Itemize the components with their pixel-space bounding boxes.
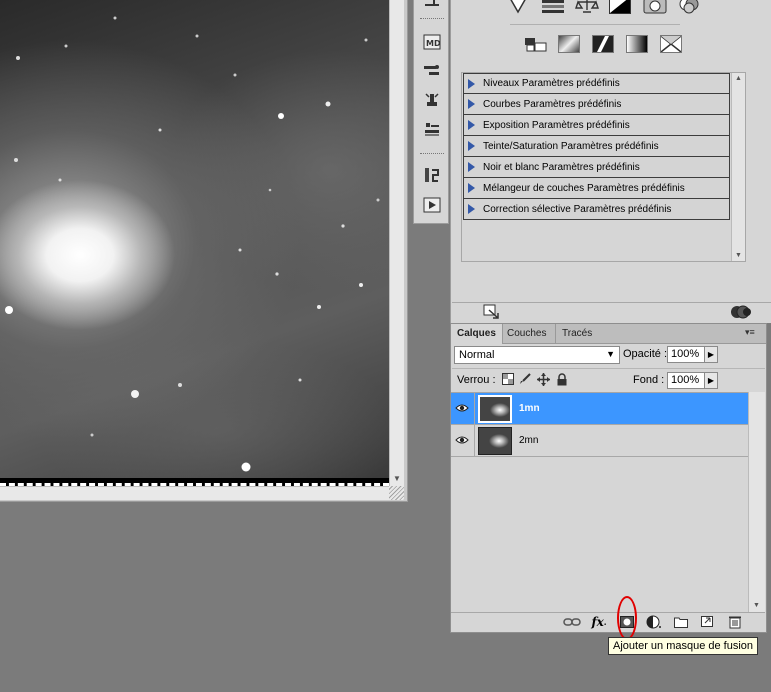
opacity-slider-arrow-icon[interactable]: ▶ — [704, 346, 718, 363]
gradient-map-icon[interactable] — [626, 35, 648, 53]
scroll-down-icon[interactable]: ▼ — [753, 602, 760, 609]
opacity-input[interactable]: 100% — [667, 346, 705, 363]
document-vertical-scrollbar[interactable]: ▼ — [389, 0, 404, 486]
panel-icon-dock: MD — [413, 0, 449, 224]
tab-calques[interactable]: Calques — [451, 324, 503, 344]
stamp-icon[interactable] — [422, 121, 442, 139]
layer-thumbnail[interactable] — [478, 427, 512, 455]
opacity-label: Opacité : — [623, 348, 668, 360]
layer-name[interactable]: 1mn — [519, 403, 540, 414]
fill-input[interactable]: 100% — [667, 372, 705, 389]
layers-tab-bar: Calques Couches Tracés — [451, 324, 766, 344]
channel-mixer-icon[interactable] — [677, 0, 699, 14]
threshold-icon[interactable] — [592, 35, 614, 53]
color-balance-icon[interactable] — [575, 0, 599, 14]
document-window: ▼ — [0, 0, 408, 502]
link-layers-icon[interactable] — [563, 614, 581, 630]
actions-play-icon[interactable] — [422, 196, 442, 214]
posterize-icon[interactable] — [558, 35, 580, 53]
lock-pixels-brush-icon[interactable] — [519, 373, 531, 388]
scroll-down-icon[interactable]: ▼ — [735, 252, 742, 259]
scroll-down-icon[interactable]: ▼ — [393, 474, 401, 483]
document-horizontal-scrollbar[interactable] — [0, 486, 404, 500]
svg-text:MD: MD — [426, 39, 441, 48]
metadata-md-icon[interactable]: MD — [422, 33, 442, 51]
eye-icon[interactable] — [454, 401, 470, 415]
lock-label: Verrou : — [457, 374, 496, 386]
eye-icon[interactable] — [454, 433, 470, 447]
layer-name[interactable]: 2mn — [519, 435, 538, 446]
selective-color-icon[interactable] — [660, 35, 682, 53]
lock-position-move-icon[interactable] — [537, 373, 550, 389]
adjustment-layer-icon[interactable] — [645, 614, 663, 630]
lock-all-icon[interactable] — [556, 373, 568, 389]
expand-triangle-icon[interactable] — [468, 120, 475, 130]
tab-traces[interactable]: Tracés — [555, 324, 598, 344]
photo-filter-icon[interactable] — [643, 0, 667, 14]
canvas-bottom-edge — [0, 478, 389, 486]
preset-item-levels[interactable]: Niveaux Paramètres prédéfinis — [463, 73, 730, 94]
preset-item-selective-color[interactable]: Correction sélective Paramètres prédéfin… — [463, 199, 730, 220]
history-icon[interactable] — [422, 166, 442, 184]
layers-scrollbar[interactable]: ▼ — [748, 392, 765, 612]
new-layer-icon[interactable] — [699, 614, 717, 630]
black-white-icon[interactable] — [609, 0, 631, 14]
preset-item-channel-mixer[interactable]: Mélangeur de couches Paramètres prédéfin… — [463, 178, 730, 199]
expand-triangle-icon[interactable] — [468, 204, 475, 214]
expand-triangle-icon[interactable] — [468, 183, 475, 193]
tools-preset-icon[interactable] — [422, 0, 442, 12]
dock-separator — [420, 153, 444, 154]
visibility-toggle-icon[interactable] — [730, 304, 752, 323]
adjustments-separator — [510, 24, 680, 25]
group-folder-icon[interactable] — [672, 614, 690, 630]
invert-icon[interactable] — [524, 35, 547, 53]
expand-triangle-icon[interactable] — [468, 99, 475, 109]
options-separator — [452, 368, 765, 369]
layer-visibility-divider — [474, 425, 475, 457]
tooltip: Ajouter un masque de fusion — [608, 637, 759, 655]
layer-thumbnail[interactable] — [478, 395, 512, 423]
clip-to-layer-icon[interactable] — [483, 304, 501, 323]
adjustment-presets-list: Niveaux Paramètres prédéfinis Courbes Pa… — [463, 73, 730, 220]
image-canvas[interactable] — [0, 0, 389, 478]
expand-triangle-icon[interactable] — [468, 141, 475, 151]
layer-visibility-divider — [474, 393, 475, 425]
lock-transparency-icon[interactable] — [502, 373, 514, 388]
trash-icon[interactable] — [726, 614, 744, 630]
presets-scrollbar[interactable]: ▲ ▼ — [731, 73, 745, 261]
hue-saturation-icon[interactable] — [541, 0, 564, 14]
preset-item-black-white[interactable]: Noir et blanc Paramètres prédéfinis — [463, 157, 730, 178]
preset-item-hue-saturation[interactable]: Teinte/Saturation Paramètres prédéfinis — [463, 136, 730, 157]
layers-footer-toolbar — [451, 612, 765, 632]
fill-label: Fond : — [633, 374, 665, 386]
preset-item-exposure[interactable]: Exposition Paramètres prédéfinis — [463, 115, 730, 136]
panel-menu-icon[interactable]: ▾≡ — [745, 327, 755, 338]
highlight-circle — [617, 596, 637, 640]
fill-slider-arrow-icon[interactable]: ▶ — [704, 372, 718, 389]
layer-row-1mn[interactable]: 1mn — [451, 393, 748, 425]
brush-settings-icon[interactable] — [422, 62, 442, 80]
chevron-down-icon: ▼ — [606, 349, 615, 359]
dock-separator — [420, 18, 444, 19]
layer-row-2mn[interactable]: 2mn — [451, 425, 748, 457]
expand-triangle-icon[interactable] — [468, 78, 475, 89]
preset-item-curves[interactable]: Courbes Paramètres prédéfinis — [463, 94, 730, 115]
vibrance-icon[interactable] — [506, 0, 530, 14]
fx-icon[interactable]: fx. — [590, 614, 608, 630]
star-field — [5, 16, 380, 472]
clone-source-icon[interactable] — [422, 91, 442, 109]
resize-grip-icon[interactable] — [389, 486, 404, 500]
expand-triangle-icon[interactable] — [468, 162, 475, 172]
tab-couches[interactable]: Couches — [501, 324, 552, 344]
scroll-up-icon[interactable]: ▲ — [735, 75, 742, 82]
blend-mode-select[interactable]: Normal ▼ — [454, 346, 620, 364]
